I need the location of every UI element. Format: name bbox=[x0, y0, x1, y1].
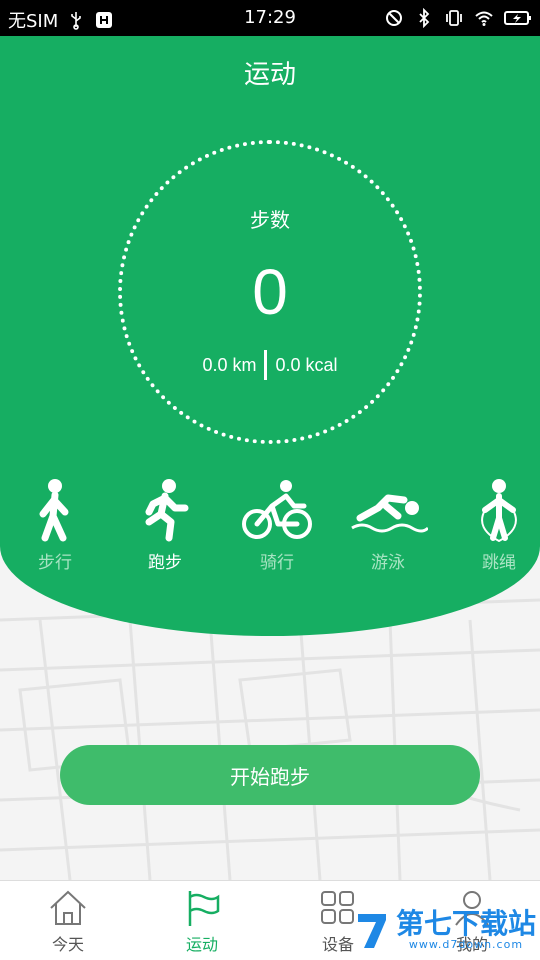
sport-run[interactable]: 跑步 bbox=[120, 478, 210, 573]
sport-swim[interactable]: 游泳 bbox=[343, 478, 433, 573]
do-not-disturb-icon bbox=[386, 10, 402, 26]
sport-swim-label: 游泳 bbox=[371, 553, 405, 573]
sport-run-label: 跑步 bbox=[148, 553, 182, 573]
watermark-text: 第七下载站 bbox=[395, 906, 536, 940]
sport-bike-label: 骑行 bbox=[260, 553, 294, 573]
bluetooth-icon bbox=[419, 8, 430, 28]
wifi-icon bbox=[475, 11, 493, 26]
status-bar: 无SIM 17:29 bbox=[0, 0, 540, 36]
stats-divider bbox=[264, 350, 268, 380]
stats-row: 0.0 km 0.0 kcal bbox=[0, 350, 540, 380]
sport-walk-label: 步行 bbox=[38, 553, 72, 573]
sport-jump-rope[interactable]: 跳绳 bbox=[454, 478, 540, 573]
swim-icon bbox=[351, 494, 428, 533]
watermark-text-block: 第七下载站 www.d7down.com bbox=[395, 906, 536, 951]
tab-sport[interactable]: 运动 bbox=[152, 889, 252, 955]
tab-sport-label: 运动 bbox=[185, 935, 218, 954]
page-title: 运动 bbox=[243, 60, 296, 90]
tab-today-label: 今天 bbox=[51, 935, 84, 954]
sport-selector: 步行 跑步 骑行 游泳 跳绳 bbox=[0, 478, 540, 578]
run-icon bbox=[145, 479, 189, 542]
vibrate-icon bbox=[446, 10, 462, 26]
sport-bike[interactable]: 骑行 bbox=[232, 478, 322, 573]
steps-label: 步数 bbox=[250, 208, 290, 232]
battery-icon bbox=[504, 11, 531, 25]
start-run-button[interactable]: 开始跑步 bbox=[60, 745, 480, 805]
steps-value: 0 bbox=[252, 256, 288, 328]
flag-icon bbox=[188, 891, 220, 926]
jump-rope-icon bbox=[481, 479, 517, 542]
sport-walk[interactable]: 步行 bbox=[10, 478, 100, 573]
tab-device-label: 设备 bbox=[321, 935, 354, 954]
walk-icon bbox=[39, 479, 69, 542]
home-icon bbox=[50, 890, 86, 925]
bike-icon bbox=[242, 480, 312, 539]
sport-jump-rope-label: 跳绳 bbox=[482, 553, 516, 573]
watermark-logo-icon bbox=[357, 914, 386, 948]
calories-value: 0.0 kcal bbox=[275, 354, 338, 375]
distance-value: 0.0 km bbox=[202, 354, 257, 375]
watermark-url: www.d7down.com bbox=[408, 937, 524, 951]
tab-today[interactable]: 今天 bbox=[18, 889, 118, 955]
watermark: 第七下载站 www.d7down.com bbox=[352, 908, 536, 952]
